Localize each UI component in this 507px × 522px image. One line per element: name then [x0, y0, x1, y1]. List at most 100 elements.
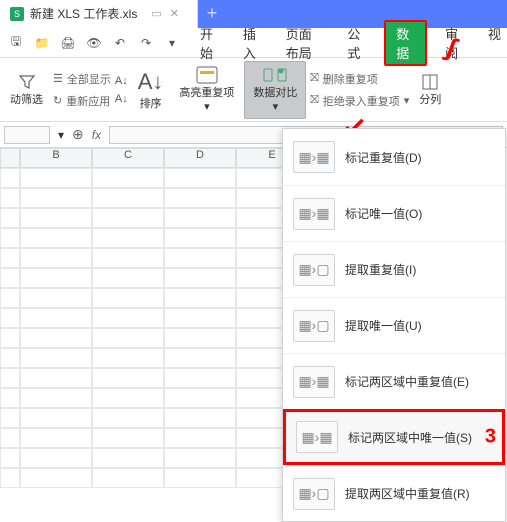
filter-group[interactable]: 动筛选	[4, 61, 49, 119]
cell[interactable]	[20, 168, 92, 188]
cell[interactable]	[92, 448, 164, 468]
cell[interactable]	[20, 388, 92, 408]
name-box[interactable]	[4, 126, 50, 144]
row-header[interactable]	[0, 368, 20, 388]
cell[interactable]	[20, 428, 92, 448]
row-header[interactable]	[0, 288, 20, 308]
cell[interactable]	[20, 288, 92, 308]
cell[interactable]	[164, 248, 236, 268]
cell[interactable]	[164, 448, 236, 468]
cell[interactable]	[20, 468, 92, 488]
sort-group[interactable]: A↓ 排序	[132, 61, 170, 119]
sort-asc-desc-icon[interactable]: A↓	[115, 75, 128, 87]
cell[interactable]	[164, 268, 236, 288]
preview-icon[interactable]: 👁	[86, 35, 102, 51]
cell[interactable]	[92, 428, 164, 448]
redo-icon[interactable]: ↷	[138, 35, 154, 51]
tab-data[interactable]: 数据	[384, 20, 427, 66]
data-compare-group[interactable]: 数据对比▾	[244, 61, 306, 119]
cell[interactable]	[92, 248, 164, 268]
cell[interactable]	[164, 228, 236, 248]
cell[interactable]	[20, 268, 92, 288]
cell[interactable]	[92, 348, 164, 368]
dropdown-arrow-icon[interactable]: ▾	[164, 35, 180, 51]
tab-view[interactable]: 视	[482, 20, 507, 66]
tab-page-layout[interactable]: 页面布局	[280, 20, 330, 66]
row-header[interactable]	[0, 208, 20, 228]
reapply-button[interactable]: ↻重新应用	[53, 93, 111, 109]
row-header[interactable]	[0, 408, 20, 428]
tab-formulas[interactable]: 公式	[341, 20, 372, 66]
cell[interactable]	[164, 288, 236, 308]
row-header[interactable]	[0, 308, 20, 328]
row-header[interactable]	[0, 428, 20, 448]
cell[interactable]	[164, 428, 236, 448]
zoom-icon[interactable]: ⊕	[72, 126, 84, 143]
cell[interactable]	[92, 168, 164, 188]
col-header[interactable]: B	[20, 148, 92, 168]
menuitem-extract-duplicates[interactable]: ▦›▢ 提取重复值(I)	[283, 241, 505, 297]
menuitem-mark-unique[interactable]: ▦›▦ 标记唯一值(O)	[283, 185, 505, 241]
text-to-columns-group[interactable]: 分列	[413, 61, 447, 119]
row-header[interactable]	[0, 168, 20, 188]
cell[interactable]	[164, 408, 236, 428]
print-icon[interactable]: 🖨	[60, 35, 76, 51]
cell[interactable]	[92, 468, 164, 488]
cell[interactable]	[164, 368, 236, 388]
cell[interactable]	[20, 368, 92, 388]
cell[interactable]	[20, 308, 92, 328]
undo-icon[interactable]: ↶	[112, 35, 128, 51]
cell[interactable]	[20, 328, 92, 348]
row-header[interactable]	[0, 328, 20, 348]
cell[interactable]	[20, 248, 92, 268]
cell[interactable]	[164, 328, 236, 348]
cell[interactable]	[92, 308, 164, 328]
cell[interactable]	[164, 468, 236, 488]
col-header[interactable]: D	[164, 148, 236, 168]
delete-dup-button[interactable]: ⛝删除重复项	[310, 71, 409, 87]
cell[interactable]	[164, 208, 236, 228]
cell[interactable]	[92, 408, 164, 428]
row-header[interactable]	[0, 228, 20, 248]
folder-icon[interactable]: 📁	[34, 35, 50, 51]
highlight-dup-group[interactable]: 高亮重复项▾	[173, 61, 240, 119]
name-box-chevron-icon[interactable]: ▾	[58, 128, 64, 142]
cell[interactable]	[92, 368, 164, 388]
cell[interactable]	[164, 388, 236, 408]
cell[interactable]	[20, 348, 92, 368]
row-header[interactable]	[0, 448, 20, 468]
menuitem-extract-two-range-dup[interactable]: ▦›▢ 提取两区域中重复值(R)	[283, 465, 505, 521]
cell[interactable]	[92, 188, 164, 208]
tab-home[interactable]: 开始	[194, 20, 225, 66]
cell[interactable]	[20, 208, 92, 228]
row-header[interactable]	[0, 188, 20, 208]
show-all-button[interactable]: ☰全部显示	[53, 71, 111, 87]
cell[interactable]	[164, 188, 236, 208]
cell[interactable]	[20, 448, 92, 468]
cell[interactable]	[164, 308, 236, 328]
cell[interactable]	[164, 348, 236, 368]
tab-insert[interactable]: 插入	[237, 20, 268, 66]
cell[interactable]	[164, 168, 236, 188]
col-header[interactable]: C	[92, 148, 164, 168]
cell[interactable]	[92, 268, 164, 288]
cell[interactable]	[20, 188, 92, 208]
cell[interactable]	[92, 328, 164, 348]
cell[interactable]	[92, 288, 164, 308]
row-header[interactable]	[0, 388, 20, 408]
reject-dup-button[interactable]: ⛝拒绝录入重复项▾	[310, 93, 409, 109]
cell[interactable]	[92, 208, 164, 228]
file-tab[interactable]: S 新建 XLS 工作表.xls ▭ ✕	[0, 0, 198, 28]
save-icon[interactable]: 🖫	[8, 35, 24, 51]
cell[interactable]	[92, 228, 164, 248]
menuitem-mark-two-range-dup[interactable]: ▦›▦ 标记两区域中重复值(E)	[283, 353, 505, 409]
menuitem-extract-unique[interactable]: ▦›▢ 提取唯一值(U)	[283, 297, 505, 353]
corner-cell[interactable]	[0, 148, 20, 168]
menuitem-mark-duplicates[interactable]: ▦›▦ 标记重复值(D)	[283, 129, 505, 185]
restore-icon[interactable]: ▭	[151, 7, 161, 20]
row-header[interactable]	[0, 248, 20, 268]
cell[interactable]	[92, 388, 164, 408]
row-header[interactable]	[0, 348, 20, 368]
menuitem-mark-two-range-unique[interactable]: ▦›▦ 标记两区域中唯一值(S) 3	[283, 409, 505, 465]
cell[interactable]	[20, 228, 92, 248]
